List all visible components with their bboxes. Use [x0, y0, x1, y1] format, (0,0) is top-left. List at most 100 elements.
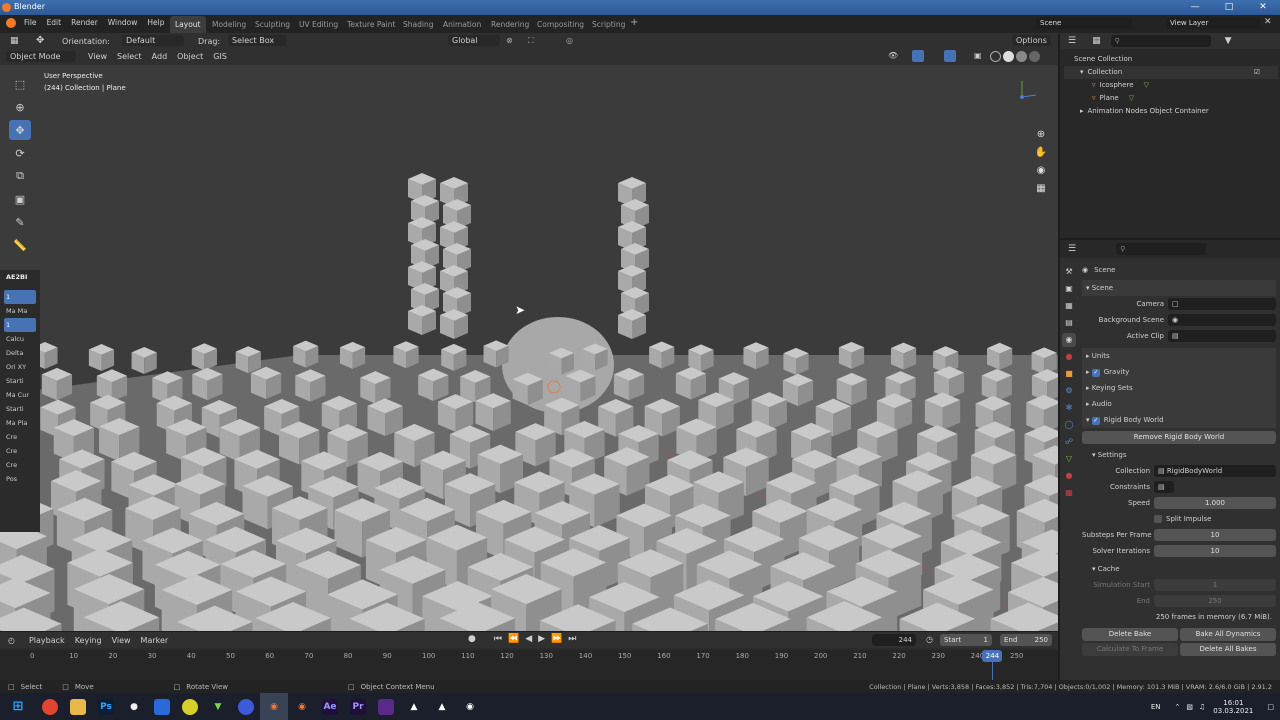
taskbar-blender2-icon[interactable]: ◉ [288, 693, 316, 720]
solver-field[interactable]: 10 [1154, 545, 1276, 557]
material-shading-icon[interactable] [1016, 51, 1027, 62]
sidebar-create-3[interactable]: Cre [0, 458, 40, 472]
sidebar-field-2[interactable]: 1 [4, 318, 36, 332]
clock-icon[interactable]: ◷ [926, 635, 933, 644]
options-dropdown[interactable]: Options [1012, 35, 1051, 46]
taskbar-blender-icon[interactable]: ◉ [260, 693, 288, 720]
timeline-ruler[interactable]: 0 10 20 30 40 50 60 70 80 90 100 110 120 130 140 150 160… [0, 650, 1058, 680]
object-tab-icon[interactable]: ■ [1062, 367, 1076, 381]
sidebar-field-1[interactable]: 1 [4, 290, 36, 304]
texture-tab-icon[interactable]: ▦ [1062, 486, 1076, 500]
overlay-toggle-icon[interactable] [944, 50, 956, 62]
viewport-menu-gis[interactable]: GIS [213, 52, 227, 61]
sidebar-item-delta[interactable]: Delta [0, 346, 40, 360]
background-scene-field[interactable]: ◉ [1168, 314, 1276, 326]
delete-bake-button[interactable]: Delete Bake [1082, 628, 1178, 641]
panel-rigid-body-world[interactable]: ▾ ✓ Rigid Body World [1082, 412, 1276, 428]
3d-viewport[interactable]: User Perspective (244) Collection | Plan… [0, 65, 1058, 631]
taskbar-photoshop-icon[interactable]: Ps [92, 693, 120, 720]
constraints-field[interactable]: ▤ [1154, 481, 1174, 493]
taskbar-app-icon[interactable]: ● [120, 693, 148, 720]
current-frame-field[interactable]: 244 [872, 634, 916, 646]
menu-edit[interactable]: Edit [47, 18, 62, 27]
substeps-field[interactable]: 10 [1154, 529, 1276, 541]
sidebar-create-2[interactable]: Cre [0, 444, 40, 458]
xray-icon[interactable]: ▣ [974, 51, 982, 60]
drag-dropdown[interactable]: Select Box [228, 35, 286, 46]
sim-end-field[interactable]: 250 [1154, 595, 1276, 607]
panel-gravity[interactable]: ▸ ✓ Gravity [1082, 364, 1276, 380]
workspace-tab-compositing[interactable]: Compositing [532, 16, 589, 33]
sidebar-create-1[interactable]: Cre [0, 430, 40, 444]
viewport-menu-object[interactable]: Object [177, 52, 203, 61]
visibility-icon[interactable]: 👁 [888, 51, 898, 60]
world-tab-icon[interactable]: ● [1062, 350, 1076, 364]
viewport-menu-select[interactable]: Select [117, 52, 142, 61]
tool-tab-icon[interactable]: ⚒ [1062, 265, 1076, 279]
play-reverse-icon[interactable]: ◀ [525, 634, 532, 644]
panel-keying-sets[interactable]: ▸ Keying Sets [1082, 380, 1276, 396]
split-impulse-row[interactable]: Split Impulse [1082, 511, 1276, 527]
orientation-dropdown[interactable]: Default [122, 35, 184, 46]
menu-window[interactable]: Window [108, 18, 138, 27]
mode-dropdown[interactable]: Object Mode [6, 51, 76, 62]
prev-key-icon[interactable]: ⏪ [508, 634, 519, 644]
transform-tool-icon[interactable]: ▣ [9, 189, 31, 209]
filter-icon[interactable]: ▼ [1225, 36, 1232, 46]
data-tab-icon[interactable]: ▽ [1062, 452, 1076, 466]
measure-tool-icon[interactable]: 📏 [9, 235, 31, 255]
camera-view-icon[interactable]: ◉ [1032, 161, 1050, 179]
calculate-to-frame-button[interactable]: Calculate To Frame [1082, 643, 1178, 656]
output-tab-icon[interactable]: ▦ [1062, 299, 1076, 313]
close-view-layer-icon[interactable]: ✕ [1264, 17, 1272, 27]
workspace-tab-shading[interactable]: Shading [398, 16, 438, 33]
rotate-tool-icon[interactable]: ⟳ [9, 143, 31, 163]
close-button[interactable]: ✕ [1246, 0, 1280, 15]
timeline-menu-playback[interactable]: Playback [29, 636, 65, 645]
move-tool-button[interactable]: ✥ [9, 120, 31, 140]
zoom-icon[interactable]: ⊕ [1032, 125, 1050, 143]
modifier-tab-icon[interactable]: ⚙ [1062, 384, 1076, 398]
record-icon[interactable]: ● [468, 634, 476, 644]
taskbar-explorer-icon[interactable] [64, 693, 92, 720]
scene-tab-icon[interactable]: ◉ [1062, 333, 1076, 347]
blender-menu-icon[interactable] [6, 18, 16, 28]
solid-shading-icon[interactable] [1003, 51, 1014, 62]
outliner-item-plane[interactable]: ▿ Plane ▽ [1064, 92, 1278, 105]
constraints-tab-icon[interactable]: ☍ [1062, 435, 1076, 449]
pivot-icon[interactable]: ⊗ [506, 36, 513, 45]
taskbar-premiere-icon[interactable]: Pr [344, 693, 372, 720]
render-tab-icon[interactable]: ▣ [1062, 282, 1076, 296]
view-layer-tab-icon[interactable]: ▤ [1062, 316, 1076, 330]
workspace-tab-texture-paint[interactable]: Texture Paint [342, 16, 400, 33]
clock[interactable]: 16:01 03.03.2021 [1213, 699, 1253, 715]
taskbar-app3-icon[interactable] [176, 693, 204, 720]
sidebar-position[interactable]: Pos [0, 472, 40, 486]
rendered-shading-icon[interactable] [1029, 51, 1040, 62]
sidebar-item-starting-2[interactable]: Starti [0, 402, 40, 416]
jump-end-icon[interactable]: ⏭ [568, 634, 576, 644]
select-tool-icon[interactable]: ⬚ [9, 74, 31, 94]
panel-scene-header[interactable]: ▾ Scene [1082, 280, 1276, 296]
wireframe-shading-icon[interactable] [990, 51, 1001, 62]
remove-rigid-body-world-button[interactable]: Remove Rigid Body World [1082, 431, 1276, 444]
speed-field[interactable]: 1.000 [1154, 497, 1276, 509]
editor-type-icon[interactable]: ▦ [10, 36, 19, 46]
viewport-menu-add[interactable]: Add [152, 52, 168, 61]
panel-audio[interactable]: ▸ Audio [1082, 396, 1276, 412]
play-icon[interactable]: ▶ [538, 634, 545, 644]
sim-start-field[interactable]: 1 [1154, 579, 1276, 591]
scene-selector[interactable]: Scene [1036, 17, 1132, 29]
taskbar-chrome-icon[interactable] [36, 693, 64, 720]
taskbar-app2-icon[interactable] [148, 693, 176, 720]
timeline-menu-marker[interactable]: Marker [141, 636, 169, 645]
sidebar-item-cursor[interactable]: Ma Cur [0, 388, 40, 402]
network-icon[interactable]: ▧ [1186, 703, 1193, 711]
rbw-collection-field[interactable]: ▤ RigidBodyWorld [1154, 465, 1276, 477]
workspace-tab-animation[interactable]: Animation [438, 16, 486, 33]
outliner-item-an-container[interactable]: ▸ Animation Nodes Object Container [1064, 105, 1278, 118]
workspace-tab-scripting[interactable]: Scripting [587, 16, 630, 33]
sidebar-item-calculate[interactable]: Calcu [0, 332, 40, 346]
outliner-editor-icon[interactable]: ☰ [1068, 36, 1076, 46]
ortho-grid-icon[interactable]: ▦ [1032, 179, 1050, 197]
